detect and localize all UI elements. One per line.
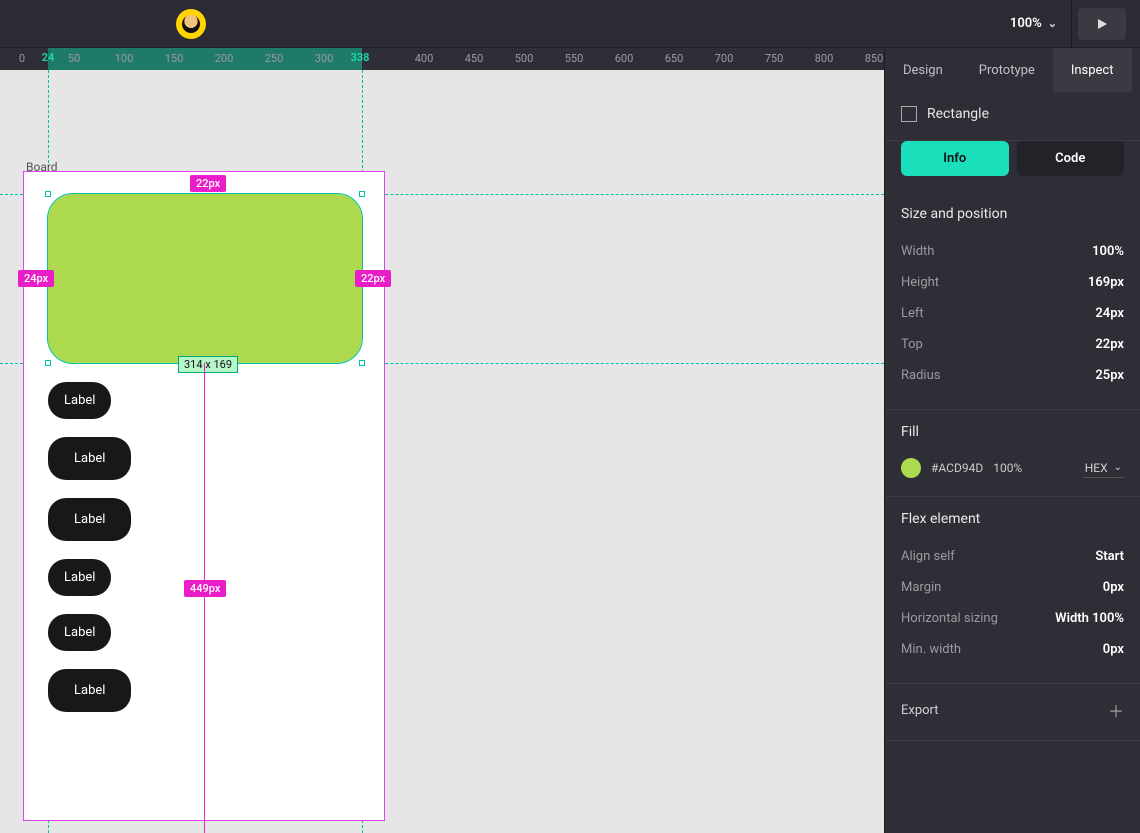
distance-badge-right: 22px <box>355 270 391 287</box>
section-title: Fill <box>901 424 1124 440</box>
midline-badge: 449px <box>184 580 226 597</box>
tab-prototype[interactable]: Prototype <box>961 48 1053 92</box>
color-format-dropdown[interactable]: HEX ⌄ <box>1083 459 1124 478</box>
prop-h-sizing: Horizontal sizingWidth 100% <box>901 603 1124 634</box>
prop-top: Top22px <box>901 329 1124 360</box>
stage[interactable]: Board 314 x 169 Label Label Label <box>0 70 884 833</box>
prop-height: Height169px <box>901 267 1124 298</box>
list-item[interactable]: Label <box>48 498 131 541</box>
resize-handle[interactable] <box>45 191 51 197</box>
ruler-highlight-end: 338 <box>351 51 370 64</box>
play-button[interactable] <box>1078 8 1126 40</box>
color-format-label: HEX <box>1085 461 1108 475</box>
section-title: Size and position <box>901 206 1124 222</box>
ruler-tick: 400 <box>415 48 434 65</box>
avatar[interactable] <box>176 9 206 39</box>
zoom-label: 100% <box>1010 16 1042 31</box>
ruler-tick: 650 <box>665 48 684 65</box>
section-title: Flex element <box>901 511 1124 527</box>
fill-opacity: 100% <box>993 461 1022 475</box>
distance-badge-top: 22px <box>190 175 226 192</box>
list-item[interactable]: Label <box>48 559 111 596</box>
ruler-tick: 700 <box>715 48 734 65</box>
ruler-tick: 200 <box>215 48 234 65</box>
label-list: Label Label Label Label Label Label <box>48 382 131 712</box>
center-guide <box>204 363 205 833</box>
fill-section: Fill #ACD94D 100% HEX ⌄ <box>885 410 1140 497</box>
selected-rectangle[interactable] <box>48 194 362 363</box>
chevron-down-icon: ⌄ <box>1048 17 1057 30</box>
list-item[interactable]: Label <box>48 382 111 419</box>
fill-hex: #ACD94D <box>931 461 983 475</box>
prop-min-width: Min. width0px <box>901 634 1124 665</box>
ruler-tick: 800 <box>815 48 834 65</box>
resize-handle[interactable] <box>359 360 365 366</box>
flex-section: Flex element Align selfStart Margin0px H… <box>885 497 1140 684</box>
ruler: 24 338 0 50 100 150 200 250 300 400 450 … <box>0 48 884 70</box>
distance-badge-left: 24px <box>18 270 54 287</box>
element-name: Rectangle <box>927 106 989 122</box>
inspector-tabs: Design Prototype Inspect <box>885 48 1140 92</box>
rectangle-icon <box>901 106 917 122</box>
list-item[interactable]: Label <box>48 669 131 712</box>
ruler-tick: 250 <box>265 48 284 65</box>
ruler-tick: 500 <box>515 48 534 65</box>
prop-left: Left24px <box>901 298 1124 329</box>
tab-inspect[interactable]: Inspect <box>1053 48 1132 92</box>
code-button[interactable]: Code <box>1017 141 1125 176</box>
prop-width: Width100% <box>901 236 1124 267</box>
ruler-tick: 450 <box>465 48 484 65</box>
export-section: Export ＋ <box>885 684 1140 741</box>
ruler-tick: 850 <box>865 48 884 65</box>
prop-radius: Radius25px <box>901 360 1124 391</box>
ruler-tick: 100 <box>115 48 134 65</box>
element-header: Rectangle <box>885 92 1140 141</box>
artboard[interactable]: 314 x 169 Label Label Label Label Label … <box>24 172 384 820</box>
export-label: Export <box>901 703 939 718</box>
prop-align-self: Align selfStart <box>901 541 1124 572</box>
canvas[interactable]: 24 338 0 50 100 150 200 250 300 400 450 … <box>0 48 884 833</box>
ruler-tick: 0 <box>19 48 25 65</box>
ruler-tick: 750 <box>765 48 784 65</box>
size-badge: 314 x 169 <box>178 356 238 373</box>
play-icon <box>1095 17 1109 31</box>
ruler-tick: 150 <box>165 48 184 65</box>
ruler-tick: 600 <box>615 48 634 65</box>
tab-design[interactable]: Design <box>885 48 961 92</box>
resize-handle[interactable] <box>359 191 365 197</box>
topbar: 100% ⌄ <box>0 0 1140 48</box>
fill-swatch[interactable] <box>901 458 921 478</box>
ruler-tick: 550 <box>565 48 584 65</box>
ruler-tick: 50 <box>68 48 80 65</box>
chevron-down-icon: ⌄ <box>1114 462 1122 473</box>
prop-margin: Margin0px <box>901 572 1124 603</box>
zoom-dropdown[interactable]: 100% ⌄ <box>996 0 1072 48</box>
resize-handle[interactable] <box>45 360 51 366</box>
ruler-highlight-start: 24 <box>42 51 55 64</box>
list-item[interactable]: Label <box>48 437 131 480</box>
inspector-panel: Design Prototype Inspect Rectangle Info … <box>884 48 1140 833</box>
plus-icon[interactable]: ＋ <box>1108 698 1124 722</box>
info-button[interactable]: Info <box>901 141 1009 176</box>
size-position-section: Size and position Width100% Height169px … <box>885 192 1140 410</box>
ruler-tick: 300 <box>315 48 334 65</box>
list-item[interactable]: Label <box>48 614 111 651</box>
